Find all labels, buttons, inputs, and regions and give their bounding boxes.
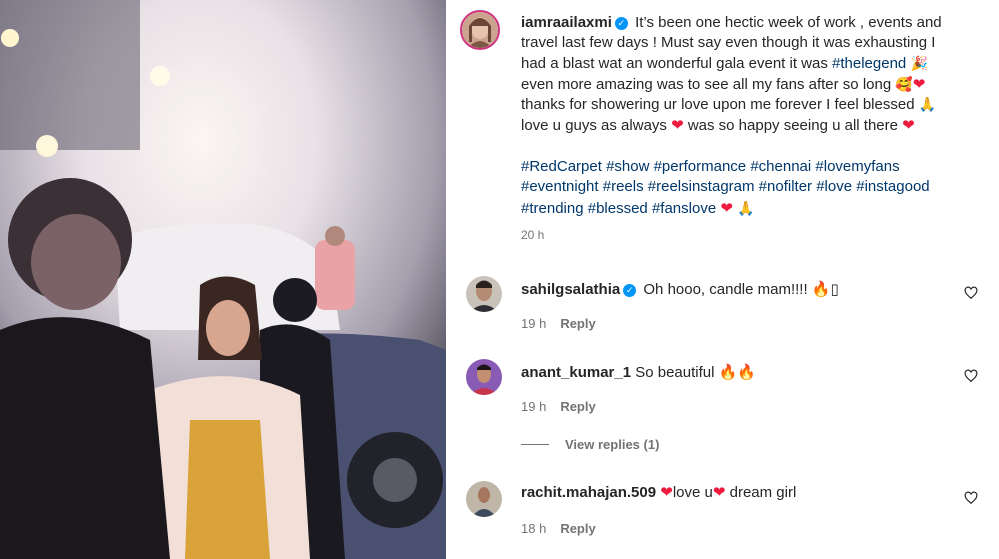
- commenter-avatar[interactable]: [466, 276, 502, 312]
- divider-line: [521, 444, 549, 445]
- comment-text: love u: [672, 484, 713, 501]
- comment-meta: 19 h Reply: [521, 316, 596, 331]
- author-avatar[interactable]: [460, 10, 500, 50]
- commenter-avatar[interactable]: [466, 481, 502, 517]
- folded-hands-icon: 🙏: [737, 200, 755, 217]
- comment-body: sahilgsalathia ✓ Oh hooo, candle mam!!!! …: [521, 280, 839, 298]
- comment-body: rachit.mahajan.509 ❤love u❤ dream girl: [521, 483, 796, 501]
- caption-text: love u guys as always: [521, 117, 667, 135]
- hashtag-link[interactable]: #nofilter: [759, 178, 812, 195]
- commenter-photo: [466, 481, 502, 517]
- comment-text: So beautiful 🔥🔥: [635, 364, 756, 381]
- comment-time[interactable]: 19 h: [521, 316, 546, 331]
- comment-time[interactable]: 18 h: [521, 521, 546, 536]
- comment-username[interactable]: sahilgsalathia: [521, 281, 620, 298]
- post-caption: iamraailaxmi ✓ It’s been one hectic week …: [521, 13, 961, 243]
- comment-time[interactable]: 19 h: [521, 399, 546, 414]
- hashtag-link[interactable]: #fanslove: [652, 200, 716, 217]
- commenter-avatar[interactable]: [466, 359, 502, 395]
- caption-text: thanks for showering ur love upon me for…: [521, 96, 915, 114]
- comment-item: rachit.mahajan.509 ❤love u❤ dream girl 1…: [466, 481, 986, 541]
- video-frame-illustration: [0, 0, 446, 559]
- red-heart-icon: ❤: [912, 74, 926, 93]
- hashtag-link[interactable]: #lovemyfans: [815, 158, 899, 175]
- folded-hands-icon: 🙏: [918, 97, 937, 114]
- post-details-panel: iamraailaxmi ✓ It’s been one hectic week …: [446, 0, 999, 559]
- commenter-photo: [466, 359, 502, 395]
- comment-item: sahilgsalathia ✓ Oh hooo, candle mam!!!! …: [466, 276, 986, 336]
- comment-text: Oh hooo, candle mam!!!! 🔥▯: [643, 281, 839, 298]
- hashtag-link[interactable]: #reels: [603, 178, 644, 195]
- caption-text: travel last few days ! Must say even tho…: [521, 34, 936, 52]
- red-heart-icon: ❤: [720, 198, 733, 217]
- comment-meta: 19 h Reply: [521, 399, 596, 414]
- hashtag-link[interactable]: #instagood: [856, 178, 929, 195]
- heart-outline-icon[interactable]: [964, 369, 978, 383]
- hashtag-link[interactable]: #performance: [654, 158, 747, 175]
- hashtag-link[interactable]: #eventnight: [521, 178, 599, 195]
- caption-text: It’s been one hectic week of work , even…: [635, 14, 942, 31]
- hashtag-link[interactable]: #love: [816, 178, 852, 195]
- heart-outline-icon[interactable]: [964, 491, 978, 505]
- hashtag-link[interactable]: #RedCarpet: [521, 158, 602, 175]
- author-photo: [462, 12, 498, 48]
- verified-badge-icon: ✓: [614, 17, 628, 30]
- commenter-photo: [466, 276, 502, 312]
- verified-badge-icon: ✓: [623, 284, 637, 297]
- hashtag-link[interactable]: #reelsinstagram: [648, 178, 755, 195]
- caption-text: even more amazing was to see all my fans…: [521, 75, 892, 93]
- comment-meta: 18 h Reply: [521, 521, 596, 536]
- caption-text: had a blast wat an wonderful gala event …: [521, 54, 828, 72]
- red-heart-icon: ❤: [671, 116, 684, 135]
- comment-username[interactable]: anant_kumar_1: [521, 364, 631, 381]
- reply-button[interactable]: Reply: [560, 521, 595, 536]
- view-replies-button[interactable]: View replies (1): [521, 437, 659, 452]
- comment-body: anant_kumar_1 So beautiful 🔥🔥: [521, 363, 756, 381]
- caption-text: was so happy seeing u all there: [687, 117, 898, 135]
- hashtag-link[interactable]: #show: [606, 158, 649, 175]
- author-username[interactable]: iamraailaxmi: [521, 14, 612, 31]
- hashtag-link[interactable]: #thelegend: [832, 55, 906, 72]
- smiling-face-icon: 🥰: [895, 76, 913, 93]
- heart-outline-icon[interactable]: [964, 286, 978, 300]
- hashtag-link[interactable]: #chennai: [750, 158, 811, 175]
- post-video[interactable]: [0, 0, 446, 559]
- comment-item: anant_kumar_1 So beautiful 🔥🔥 19 h Reply: [466, 359, 986, 419]
- red-heart-icon: ❤: [660, 483, 673, 501]
- hashtag-link[interactable]: #blessed: [588, 200, 648, 217]
- reply-button[interactable]: Reply: [560, 316, 595, 331]
- comment-text: dream girl: [729, 484, 797, 501]
- red-heart-icon: ❤: [712, 483, 726, 501]
- comment-username[interactable]: rachit.mahajan.509: [521, 484, 656, 501]
- party-popper-icon: 🎉: [910, 55, 928, 72]
- post-timestamp[interactable]: 20 h: [521, 227, 961, 243]
- reply-button[interactable]: Reply: [560, 399, 595, 414]
- red-heart-icon: ❤: [902, 116, 915, 135]
- hashtag-link[interactable]: #trending: [521, 200, 584, 217]
- view-replies-label: View replies (1): [565, 437, 660, 452]
